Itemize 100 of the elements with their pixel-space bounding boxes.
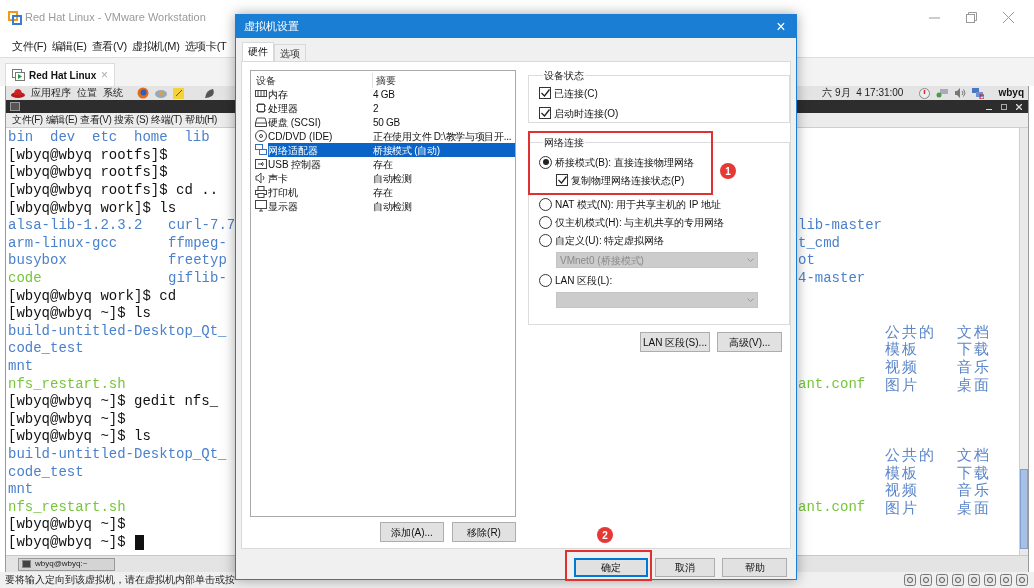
radio-button[interactable] <box>539 215 552 229</box>
terminal-text: [wbyq@wbyq ~]$ <box>8 516 126 534</box>
device-icon[interactable] <box>1016 574 1028 586</box>
menu-item[interactable]: 查看(V) <box>91 37 127 55</box>
device-row[interactable]: 显示器 自动检测 <box>268 199 515 213</box>
checkbox[interactable] <box>539 107 551 119</box>
dialog-close[interactable]: × <box>766 18 796 35</box>
menu-item[interactable]: 查看(V) <box>80 115 112 125</box>
network-status-icon[interactable] <box>936 88 949 98</box>
dialog-tab[interactable]: 硬件 <box>242 42 274 61</box>
dialog-button[interactable]: 取消 <box>655 558 715 577</box>
user-name[interactable]: wbyq <box>998 88 1024 98</box>
menu-item[interactable]: 文件(F) <box>12 37 47 55</box>
device-icon[interactable] <box>1000 574 1012 586</box>
settings-button[interactable]: 高级(V)... <box>717 332 782 352</box>
terminal-text: arm-linux-gcc <box>8 234 119 252</box>
menu-item[interactable]: 虚拟机(M) <box>131 37 180 55</box>
menu-item[interactable]: 选项卡(T <box>184 37 227 55</box>
maximize-icon[interactable] <box>1001 103 1007 110</box>
device-icon[interactable] <box>968 574 980 586</box>
column-header[interactable]: 设备 <box>251 72 373 88</box>
option-label[interactable]: NAT 模式(N): 用于共享主机的 IP 地址 <box>555 196 722 212</box>
terminal-text: mnt <box>8 358 34 375</box>
terminal-text: 音乐 <box>957 481 991 499</box>
device-row[interactable]: 声卡 自动检测 <box>268 171 515 185</box>
panel-menu-item[interactable]: 系统 <box>103 88 123 98</box>
chevron-down-icon <box>747 258 754 262</box>
option-label[interactable]: 复制物理网络连接状态(P) <box>571 172 685 188</box>
device-row[interactable]: 硬盘 (SCSI) 50 GB <box>268 115 515 129</box>
menu-item[interactable]: 编辑(E) <box>45 115 78 125</box>
group-title: 网络连接 <box>543 136 585 150</box>
radio-button[interactable] <box>539 233 552 247</box>
device-row[interactable]: 网络适配器 桥接模式 (自动) <box>268 143 515 157</box>
menu-item[interactable]: 搜索 (S) <box>114 115 149 125</box>
device-row[interactable]: 内存 4 GB <box>268 87 515 101</box>
globe-icon[interactable] <box>137 87 149 99</box>
terminal-text: ant.conf <box>798 498 866 516</box>
terminal-text: build-untitled-Desktop_Qt_ <box>8 322 227 340</box>
column-header[interactable]: 摘要 <box>373 72 396 88</box>
check-icon <box>540 89 550 97</box>
device-icon[interactable] <box>920 574 932 586</box>
terminal-icon <box>22 560 31 568</box>
terminal-text: 文档 <box>957 322 991 340</box>
option-label[interactable]: 桥接模式(B): 直接连接物理网络 <box>555 154 694 170</box>
note-icon[interactable] <box>173 87 184 99</box>
terminal-text: build-untitled-Desktop_Qt_ <box>8 446 227 463</box>
terminal-text: [wbyq@wbyq ~]$ gedit nfs_ <box>8 393 219 411</box>
status-text: 要将输入定向到该虚拟机，请在虚拟机内部单击或按 <box>5 575 235 585</box>
device-icon[interactable] <box>904 574 916 586</box>
menu-item[interactable]: 编辑(E) <box>51 37 87 55</box>
terminal-text: [wbyq@wbyq work]$ cd <box>8 287 177 305</box>
device-row[interactable]: USB 控制器 存在 <box>268 157 515 171</box>
cdrom-icon <box>255 130 267 142</box>
restore-icon[interactable] <box>966 12 977 23</box>
menu-item[interactable]: 文件(F) <box>12 115 43 125</box>
taskbar-item[interactable]: wbyq@wbyq:~ <box>18 557 115 571</box>
list-button[interactable]: 移除(R) <box>452 522 516 542</box>
checkbox[interactable] <box>539 87 551 99</box>
terminal-text: 文档 <box>957 446 991 463</box>
vm-icon <box>12 69 25 81</box>
terminal-text: 公共的 <box>885 446 937 463</box>
device-row[interactable]: CD/DVD (IDE) 正在使用文件 D:\教学与项目开... <box>268 129 515 143</box>
device-icon[interactable] <box>936 574 948 586</box>
option-label[interactable]: 已连接(C) <box>554 85 598 101</box>
vm-tab[interactable]: Red Hat Linux × <box>5 63 115 86</box>
terminal-text: mnt <box>8 481 34 499</box>
device-row[interactable]: 打印机 存在 <box>268 185 515 199</box>
option-label[interactable]: 启动时连接(O) <box>554 105 619 121</box>
radio-button[interactable] <box>539 155 552 169</box>
option-label[interactable]: 自定义(U): 特定虚拟网络 <box>555 232 665 248</box>
terminal-text: 下载 <box>957 463 991 481</box>
menu-item[interactable]: 帮助(H) <box>184 115 217 125</box>
terminal-text: 桌面 <box>957 498 991 516</box>
settings-button[interactable]: LAN 区段(S)... <box>640 332 710 352</box>
device-icon[interactable] <box>984 574 996 586</box>
dialog-tab[interactable]: 选项 <box>274 44 306 61</box>
dialog-button[interactable]: 确定 <box>574 558 648 577</box>
terminal-text: [wbyq@wbyq rootfs]$ <box>8 164 168 182</box>
terminal-text: [wbyq@wbyq rootfs]$ cd .. <box>8 182 219 200</box>
option-label[interactable]: LAN 区段(L): <box>555 272 613 288</box>
terminal-text: t_cmd <box>798 234 840 252</box>
panel-menu-item[interactable]: 应用程序 <box>31 88 71 98</box>
option-label[interactable]: 仅主机模式(H): 与主机共享的专用网络 <box>555 214 725 230</box>
terminal-text: 模板 <box>885 463 920 481</box>
panel-menu-item[interactable]: 位置 <box>77 88 97 98</box>
radio-button[interactable] <box>539 273 552 287</box>
volume-icon[interactable] <box>954 88 967 98</box>
hat-icon[interactable] <box>11 88 25 98</box>
update-icon[interactable] <box>919 87 931 99</box>
list-button[interactable]: 添加(A)... <box>380 522 444 542</box>
checkbox[interactable] <box>556 174 568 186</box>
menu-item[interactable]: 终端(T) <box>151 115 182 125</box>
network-computers-icon[interactable] <box>972 87 985 99</box>
app-logo-icon <box>8 10 22 25</box>
terminal-text: nfs_restart.sh <box>8 375 126 393</box>
dialog-button[interactable]: 帮助 <box>722 558 787 577</box>
cpu-icon <box>255 102 267 114</box>
device-icon[interactable] <box>952 574 964 586</box>
scrollbar[interactable] <box>1019 128 1028 555</box>
radio-button[interactable] <box>539 197 552 211</box>
